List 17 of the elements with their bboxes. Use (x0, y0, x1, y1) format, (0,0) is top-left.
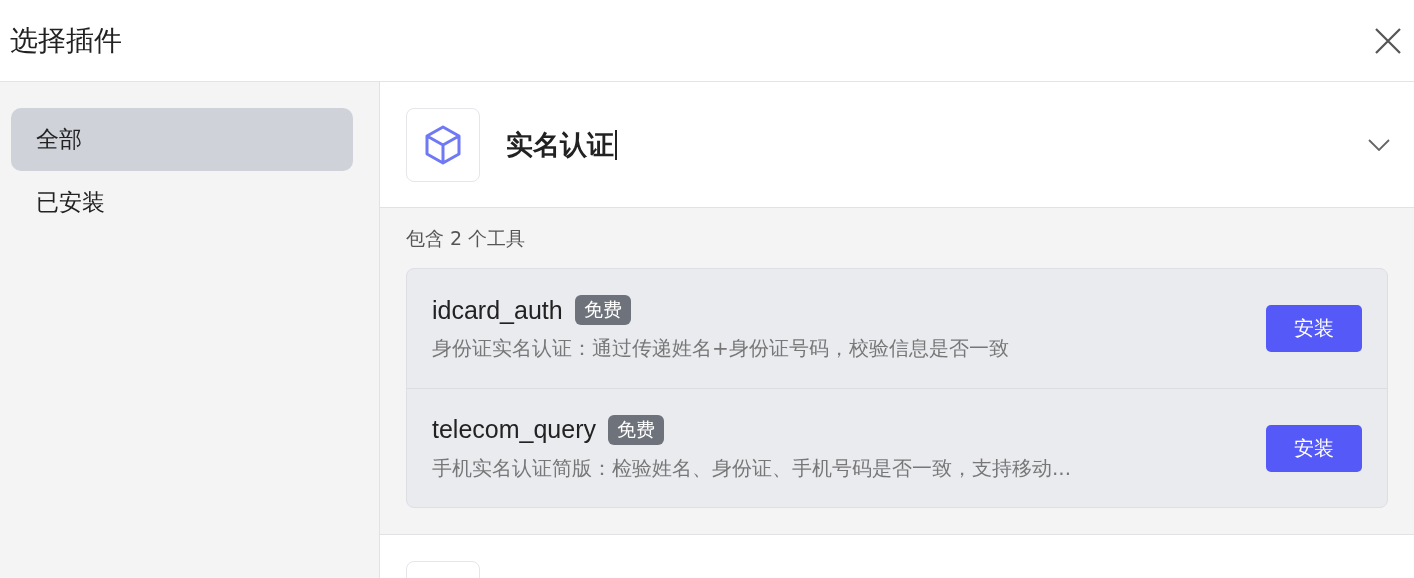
free-badge: 免费 (608, 414, 664, 445)
tool-description: 身份证实名认证：通过传递姓名+身份证号码，校验信息是否一致 (432, 335, 1010, 362)
text-cursor (615, 129, 617, 160)
sidebar-item[interactable]: 已安装 (11, 171, 353, 234)
tool-count: 包含 2 个工具 (406, 226, 527, 251)
chevron-icon[interactable] (1368, 138, 1390, 151)
install-button[interactable]: 安装 (1266, 305, 1362, 352)
tool-description: 手机实名认证简版：检验姓名、身份证、手机号码是否一致，支持移动... (432, 454, 1073, 482)
tool-name: idcard_auth (432, 295, 563, 325)
install-button[interactable]: 安装 (1266, 424, 1362, 472)
tool-name: telecom_query (432, 415, 596, 444)
plugin-name: 实名认证 (506, 127, 614, 162)
cube-icon (424, 123, 462, 166)
dialog-title: 选择插件 (10, 22, 122, 59)
close-icon[interactable] (1374, 26, 1402, 55)
free-badge: 免费 (574, 295, 631, 325)
sidebar-item[interactable]: 全部 (11, 108, 353, 171)
